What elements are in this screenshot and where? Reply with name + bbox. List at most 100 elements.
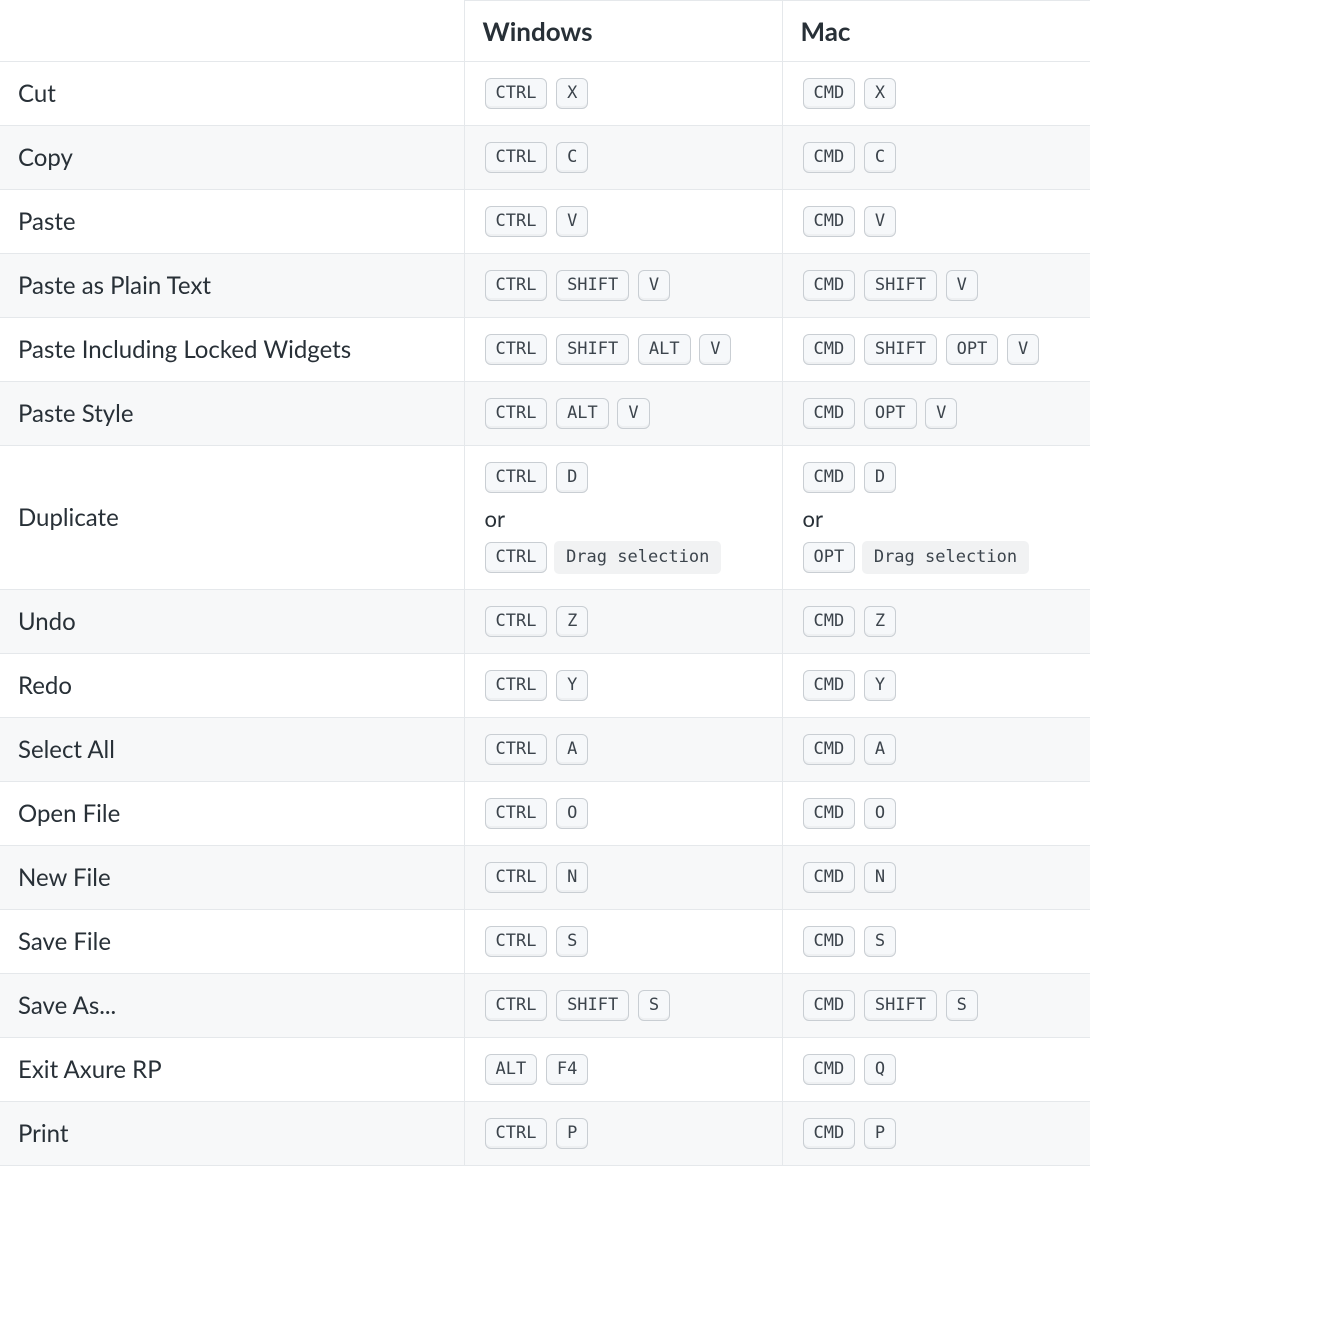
keyboard-key: V xyxy=(925,398,957,429)
keyboard-key: CTRL xyxy=(485,798,548,829)
action-name-cell: Undo xyxy=(0,590,464,654)
mac-shortcut-cell: CMD SHIFT OPT V xyxy=(782,318,1090,382)
mac-shortcut-cell: CMD X xyxy=(782,62,1090,126)
table-row: Paste as Plain TextCTRL SHIFT V CMD SHIF… xyxy=(0,254,1090,318)
windows-shortcut-cell: CTRL D orCTRL Drag selection xyxy=(464,446,782,590)
mac-shortcut-cell: CMD Y xyxy=(782,654,1090,718)
keyboard-key: Z xyxy=(556,606,588,637)
keyboard-key: D xyxy=(556,462,588,493)
keyboard-key: SHIFT xyxy=(864,334,937,365)
mac-shortcut-cell: CMD O xyxy=(782,782,1090,846)
mac-shortcut-cell: CMD Q xyxy=(782,1038,1090,1102)
keyboard-key: CTRL xyxy=(485,542,548,573)
keyboard-key: CMD xyxy=(803,1118,856,1149)
action-name-cell: Paste as Plain Text xyxy=(0,254,464,318)
keyboard-key: V xyxy=(617,398,649,429)
keyboard-key: CMD xyxy=(803,862,856,893)
keyboard-key: CMD xyxy=(803,926,856,957)
mac-shortcut-cell: CMD S xyxy=(782,910,1090,974)
table-row: UndoCTRL Z CMD Z xyxy=(0,590,1090,654)
action-name-cell: Copy xyxy=(0,126,464,190)
keyboard-key: Z xyxy=(864,606,896,637)
keyboard-key: A xyxy=(556,734,588,765)
keyboard-key: SHIFT xyxy=(556,990,629,1021)
table-row: Paste CTRL V CMD V xyxy=(0,190,1090,254)
keyboard-key: C xyxy=(556,142,588,173)
keyboard-key: CTRL xyxy=(485,990,548,1021)
keyboard-key: ALT xyxy=(485,1054,538,1085)
keyboard-key: ALT xyxy=(556,398,609,429)
action-hint: Drag selection xyxy=(862,541,1029,574)
action-hint: Drag selection xyxy=(554,541,721,574)
keyboard-key: D xyxy=(864,462,896,493)
windows-shortcut-cell: CTRL Z xyxy=(464,590,782,654)
windows-shortcut-cell: CTRL A xyxy=(464,718,782,782)
keyboard-key: CTRL xyxy=(485,606,548,637)
action-name-cell: New File xyxy=(0,846,464,910)
table-row: CutCTRL X CMD X xyxy=(0,62,1090,126)
keyboard-key: V xyxy=(946,270,978,301)
table-row: Save As...CTRL SHIFT S CMD SHIFT S xyxy=(0,974,1090,1038)
keyboard-key: S xyxy=(946,990,978,1021)
windows-shortcut-cell: CTRL X xyxy=(464,62,782,126)
keyboard-key: CMD xyxy=(803,78,856,109)
windows-shortcut-cell: ALT F4 xyxy=(464,1038,782,1102)
mac-shortcut-cell: CMD D orOPT Drag selection xyxy=(782,446,1090,590)
keyboard-key: C xyxy=(864,142,896,173)
keyboard-shortcuts-table: Windows Mac CutCTRL X CMD X CopyCTRL C C… xyxy=(0,0,1090,1166)
keyboard-key: X xyxy=(864,78,896,109)
action-name-cell: Paste xyxy=(0,190,464,254)
mac-shortcut-cell: CMD Z xyxy=(782,590,1090,654)
column-header-mac: Mac xyxy=(782,1,1090,62)
table-row: Select AllCTRL A CMD A xyxy=(0,718,1090,782)
table-row: Exit Axure RPALT F4 CMD Q xyxy=(0,1038,1090,1102)
table-row: Print CTRL P CMD P xyxy=(0,1102,1090,1166)
table-row: Paste StyleCTRL ALT V CMD OPT V xyxy=(0,382,1090,446)
keyboard-key: SHIFT xyxy=(864,990,937,1021)
keyboard-key: A xyxy=(864,734,896,765)
keyboard-key: CMD xyxy=(803,670,856,701)
keyboard-key: CTRL xyxy=(485,862,548,893)
action-name-cell: Print xyxy=(0,1102,464,1166)
mac-shortcut-cell: CMD N xyxy=(782,846,1090,910)
mac-shortcut-cell: CMD OPT V xyxy=(782,382,1090,446)
keyboard-key: CMD xyxy=(803,334,856,365)
keyboard-key: CMD xyxy=(803,142,856,173)
keyboard-key: CMD xyxy=(803,398,856,429)
windows-shortcut-cell: CTRL N xyxy=(464,846,782,910)
keyboard-key: V xyxy=(699,334,731,365)
windows-shortcut-cell: CTRL S xyxy=(464,910,782,974)
keyboard-key: V xyxy=(638,270,670,301)
or-separator: or xyxy=(803,505,1073,532)
keyboard-key: OPT xyxy=(864,398,917,429)
keyboard-key: N xyxy=(864,862,896,893)
keyboard-key: CTRL xyxy=(485,206,548,237)
keyboard-key: P xyxy=(864,1118,896,1149)
mac-shortcut-cell: CMD SHIFT S xyxy=(782,974,1090,1038)
keyboard-key: CTRL xyxy=(485,398,548,429)
table-row: Open FileCTRL O CMD O xyxy=(0,782,1090,846)
keyboard-key: OPT xyxy=(803,542,856,573)
keyboard-key: CMD xyxy=(803,206,856,237)
mac-shortcut-cell: CMD V xyxy=(782,190,1090,254)
keyboard-key: X xyxy=(556,78,588,109)
keyboard-key: S xyxy=(864,926,896,957)
windows-shortcut-cell: CTRL ALT V xyxy=(464,382,782,446)
mac-shortcut-cell: CMD SHIFT V xyxy=(782,254,1090,318)
action-name-cell: Cut xyxy=(0,62,464,126)
keyboard-key: CTRL xyxy=(485,1118,548,1149)
action-name-cell: Paste Style xyxy=(0,382,464,446)
windows-shortcut-cell: CTRL SHIFT ALT V xyxy=(464,318,782,382)
keyboard-key: O xyxy=(864,798,896,829)
keyboard-key: CTRL xyxy=(485,334,548,365)
keyboard-key: SHIFT xyxy=(556,334,629,365)
keyboard-key: V xyxy=(864,206,896,237)
keyboard-key: CTRL xyxy=(485,670,548,701)
keyboard-key: F4 xyxy=(546,1054,588,1085)
action-name-cell: Paste Including Locked Widgets xyxy=(0,318,464,382)
keyboard-key: P xyxy=(556,1118,588,1149)
action-name-cell: Select All xyxy=(0,718,464,782)
table-row: CopyCTRL C CMD C xyxy=(0,126,1090,190)
action-name-cell: Duplicate xyxy=(0,446,464,590)
keyboard-key: CTRL xyxy=(485,462,548,493)
